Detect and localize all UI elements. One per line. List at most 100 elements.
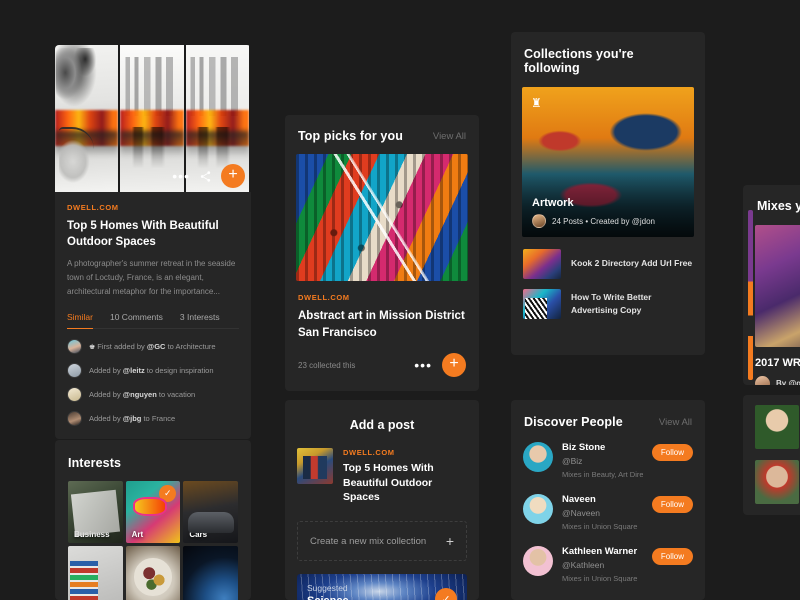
mix-title[interactable]: 2017 WR (755, 357, 800, 369)
interest-tile-5[interactable] (126, 546, 181, 600)
person-info: Naveen @Naveen Mixes in Union Square (562, 494, 643, 531)
add-post-panel: Add a post DWELL.COM Top 5 Homes With Be… (285, 400, 479, 600)
avatar (523, 442, 553, 472)
top-pick-body: DWELL.COM Abstract art in Mission Distri… (285, 281, 479, 391)
discover-people-panel: Discover People View All Biz Stone @Biz … (511, 400, 705, 600)
person-name: Naveen (562, 494, 643, 505)
add-post-item[interactable]: DWELL.COM Top 5 Homes With Beautiful Out… (285, 448, 479, 521)
suggested-collection[interactable]: Suggested Science ✓ (297, 574, 467, 600)
list-item[interactable]: Added by @nguyen to vacation (67, 387, 239, 402)
avatar (523, 494, 553, 524)
person-mixes: Mixes in Union Square (562, 574, 643, 583)
list-item[interactable]: Naveen @Naveen Mixes in Union Square Fol… (523, 494, 693, 531)
hero-pane-left (55, 45, 120, 192)
collection-thumbnail (523, 289, 561, 319)
avatar (67, 411, 82, 426)
top-pick-image[interactable] (296, 154, 468, 281)
collections-panel: Collections you're following ♜ Artwork 2… (511, 32, 705, 355)
more-options-icon[interactable]: ••• (414, 360, 432, 370)
avatar (755, 376, 770, 385)
list-item[interactable]: How To Write Better Advertising Copy (523, 289, 693, 319)
tab-interests[interactable]: 3 Interests (180, 312, 220, 329)
hero-art-detail (56, 48, 103, 110)
trophy-icon: ♚ (89, 344, 95, 351)
interest-tile-6[interactable] (183, 546, 238, 600)
panel-title: Top picks for you (298, 129, 403, 143)
list-item[interactable]: ♚First added by @GC to Architecture (67, 339, 239, 354)
mix-byline: By @ge (755, 376, 800, 385)
discover-header: Discover People View All (511, 400, 705, 442)
avatar (67, 339, 82, 354)
person-handle: @Naveen (562, 508, 643, 518)
add-to-collection-button[interactable]: + (442, 353, 466, 377)
hero-art-brush (128, 127, 176, 186)
suggested-label: Suggested (307, 583, 349, 593)
panel-title: Collections you're following (524, 47, 692, 75)
mix-thumbnail (755, 405, 799, 449)
interest-tile-art[interactable]: ✓ Art (126, 481, 181, 543)
follow-button[interactable]: Follow (652, 444, 693, 461)
tab-comments[interactable]: 10 Comments (110, 312, 163, 329)
interest-label: Cars (189, 530, 207, 539)
article-tabs: Similar 10 Comments 3 Interests (67, 312, 239, 329)
interests-panel: Interests Business ✓ Art Cars (55, 440, 251, 600)
panel-title: Discover People (524, 415, 623, 429)
list-item[interactable]: Kathleen Warner @Kathleen Mixes in Union… (523, 546, 693, 583)
mix-byline-text: By @ge (776, 379, 800, 385)
top-pick-actions: ••• + (414, 353, 466, 377)
collection-meta: 24 Posts • Created by @jdon (532, 214, 655, 228)
list-item[interactable] (755, 460, 800, 504)
article-title[interactable]: Top 5 Homes With Beautiful Outdoor Space… (67, 218, 239, 250)
interest-tile-business[interactable]: Business (68, 481, 123, 543)
view-all-link[interactable]: View All (433, 131, 466, 142)
create-mix-collection-button[interactable]: Create a new mix collection + (297, 521, 467, 561)
hero-action-bar: ••• + (172, 164, 245, 188)
follow-button[interactable]: Follow (652, 548, 693, 565)
avatar (532, 214, 546, 228)
interest-tile-4[interactable] (68, 546, 123, 600)
interest-label: Art (132, 530, 144, 539)
article-hero-image[interactable]: ••• + (55, 45, 251, 192)
more-options-icon[interactable]: ••• (172, 171, 190, 181)
activity-text: ♚First added by @GC to Architecture (89, 342, 216, 351)
featured-collection-image[interactable]: ♜ Artwork 24 Posts • Created by @jdon (522, 87, 694, 237)
person-mixes: Mixes in Beauty, Art Direction, (562, 470, 643, 479)
list-item[interactable]: Added by @leitz to design inspiration (67, 363, 239, 378)
mix-cover-image[interactable] (755, 225, 800, 347)
person-handle: @Biz (562, 456, 643, 466)
hero-art-pot (59, 127, 94, 183)
list-item[interactable]: Biz Stone @Biz Mixes in Beauty, Art Dire… (523, 442, 693, 479)
check-icon[interactable]: ✓ (435, 588, 457, 600)
suggested-text: Suggested Science (307, 583, 349, 600)
list-item[interactable]: Kook 2 Directory Add Url Free (523, 249, 693, 279)
activity-text: Added by @jbg to France (89, 414, 175, 423)
share-icon[interactable] (199, 170, 212, 183)
follow-button[interactable]: Follow (652, 496, 693, 513)
person-name: Kathleen Warner (562, 546, 643, 557)
people-list: Biz Stone @Biz Mixes in Beauty, Art Dire… (511, 442, 705, 583)
add-to-collection-button[interactable]: + (221, 164, 245, 188)
article-source: DWELL.COM (298, 293, 466, 302)
top-picks-panel: Top picks for you View All DWELL.COM Abs… (285, 115, 479, 391)
list-item[interactable]: Added by @jbg to France (67, 411, 239, 426)
article-title[interactable]: Abstract art in Mission District San Fra… (298, 308, 466, 341)
check-icon: ✓ (159, 485, 176, 502)
person-name: Biz Stone (562, 442, 643, 453)
list-item[interactable] (755, 395, 800, 449)
person-mixes: Mixes in Union Square (562, 522, 643, 531)
top-pick-footer: 23 collected this ••• + (298, 353, 466, 377)
article-card[interactable]: ••• + DWELL.COM Top 5 Homes With Beautif… (55, 45, 251, 439)
collection-list: Kook 2 Directory Add Url Free How To Wri… (511, 237, 705, 319)
suggested-name: Science (307, 595, 349, 600)
article-source: DWELL.COM (343, 448, 467, 457)
activity-list: ♚First added by @GC to Architecture Adde… (67, 339, 239, 426)
post-text: DWELL.COM Top 5 Homes With Beautiful Out… (343, 448, 467, 505)
person-info: Kathleen Warner @Kathleen Mixes in Union… (562, 546, 643, 583)
panel-title: Add a post (285, 400, 479, 448)
view-all-link[interactable]: View All (659, 417, 692, 428)
featured-collection-overlay: Artwork 24 Posts • Created by @jdon (532, 197, 655, 228)
avatar (67, 387, 82, 402)
tab-similar[interactable]: Similar (67, 312, 93, 329)
interest-tile-cars[interactable]: Cars (183, 481, 238, 543)
collections-header: Collections you're following (511, 32, 705, 87)
